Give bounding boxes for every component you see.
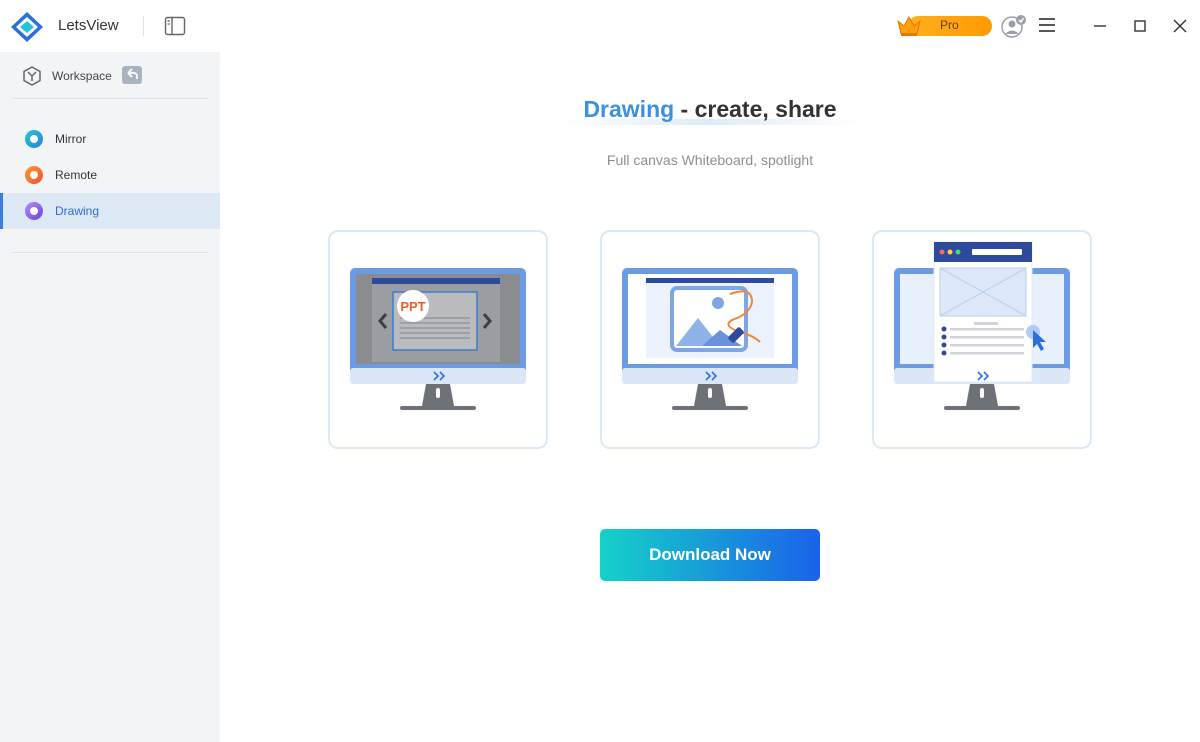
- ppt-badge: PPT: [400, 299, 425, 314]
- title-bar: LetsView Pro: [0, 0, 1200, 52]
- sidebar-item-mirror[interactable]: Mirror: [0, 121, 220, 157]
- main-content: Drawing - create, share Full canvas Whit…: [220, 52, 1200, 742]
- workspace-icon: [23, 66, 41, 86]
- pro-label: Pro: [940, 18, 959, 32]
- sidebar-item-label: Mirror: [55, 132, 87, 146]
- sidebar-item-label: Drawing: [55, 204, 100, 218]
- user-icon[interactable]: [1000, 14, 1028, 38]
- workspace-label: Workspace: [52, 69, 112, 83]
- feature-card-spotlight: [872, 230, 1092, 449]
- close-icon[interactable]: [1170, 16, 1190, 36]
- drawing-icon: [25, 202, 43, 220]
- menu-icon[interactable]: [1038, 17, 1056, 33]
- app-title: LetsView: [58, 17, 119, 34]
- letsview-logo-icon: [11, 12, 43, 42]
- mirror-icon: [25, 130, 43, 148]
- crown-icon: [897, 15, 921, 36]
- sidebar-item-label: Remote: [55, 168, 98, 182]
- remote-icon: [25, 166, 43, 184]
- back-icon[interactable]: [122, 66, 142, 84]
- sidebar-divider: [12, 252, 208, 253]
- sidebar-item-drawing[interactable]: Drawing: [0, 193, 220, 229]
- sidebar-divider: [12, 98, 208, 99]
- page-subtitle: Full canvas Whiteboard, spotlight: [606, 152, 814, 168]
- page-title-accent: Drawing: [583, 96, 675, 122]
- presentation-slide-illustration: PPT: [350, 268, 526, 410]
- sidebar-item-remote[interactable]: Remote: [0, 157, 220, 193]
- maximize-icon[interactable]: [1130, 16, 1150, 36]
- image-drawing-illustration: [622, 268, 798, 410]
- feature-card-presentation: PPT: [328, 230, 548, 449]
- titlebar-divider: [143, 16, 144, 36]
- download-now-button[interactable]: Download Now: [600, 529, 820, 581]
- workspace-row[interactable]: Workspace: [0, 64, 220, 88]
- page-title-rest: - create, share: [674, 96, 837, 122]
- minimize-icon[interactable]: [1090, 16, 1110, 36]
- page-title: Drawing - create, share: [220, 96, 1200, 123]
- sidebar-toggle-icon[interactable]: [164, 16, 186, 36]
- feature-card-whiteboard: [600, 230, 820, 449]
- spotlight-document-illustration: [894, 241, 1070, 410]
- pro-upgrade-button[interactable]: Pro: [896, 14, 992, 38]
- sidebar: Workspace Mirror Remote Drawing: [0, 52, 220, 742]
